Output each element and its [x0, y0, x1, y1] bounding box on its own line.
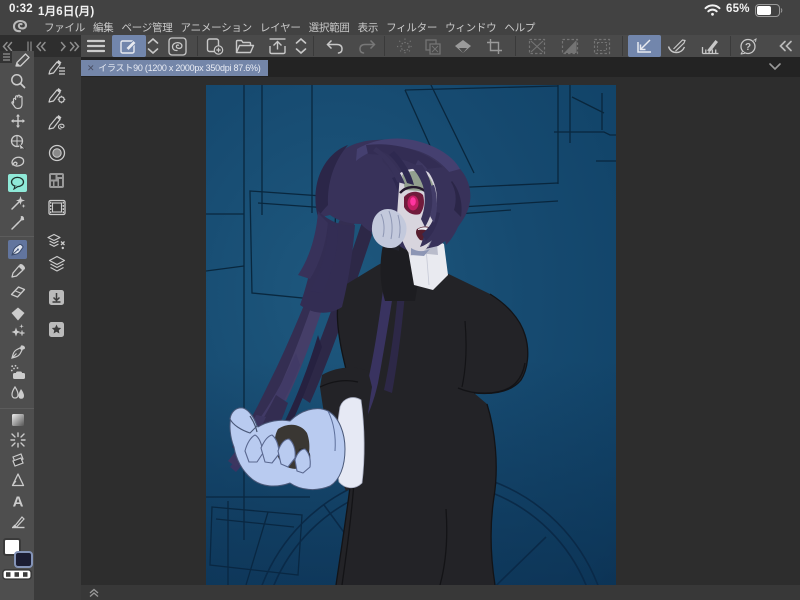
svg-text:?: ? [745, 42, 751, 53]
svg-text:A: A [13, 494, 24, 510]
